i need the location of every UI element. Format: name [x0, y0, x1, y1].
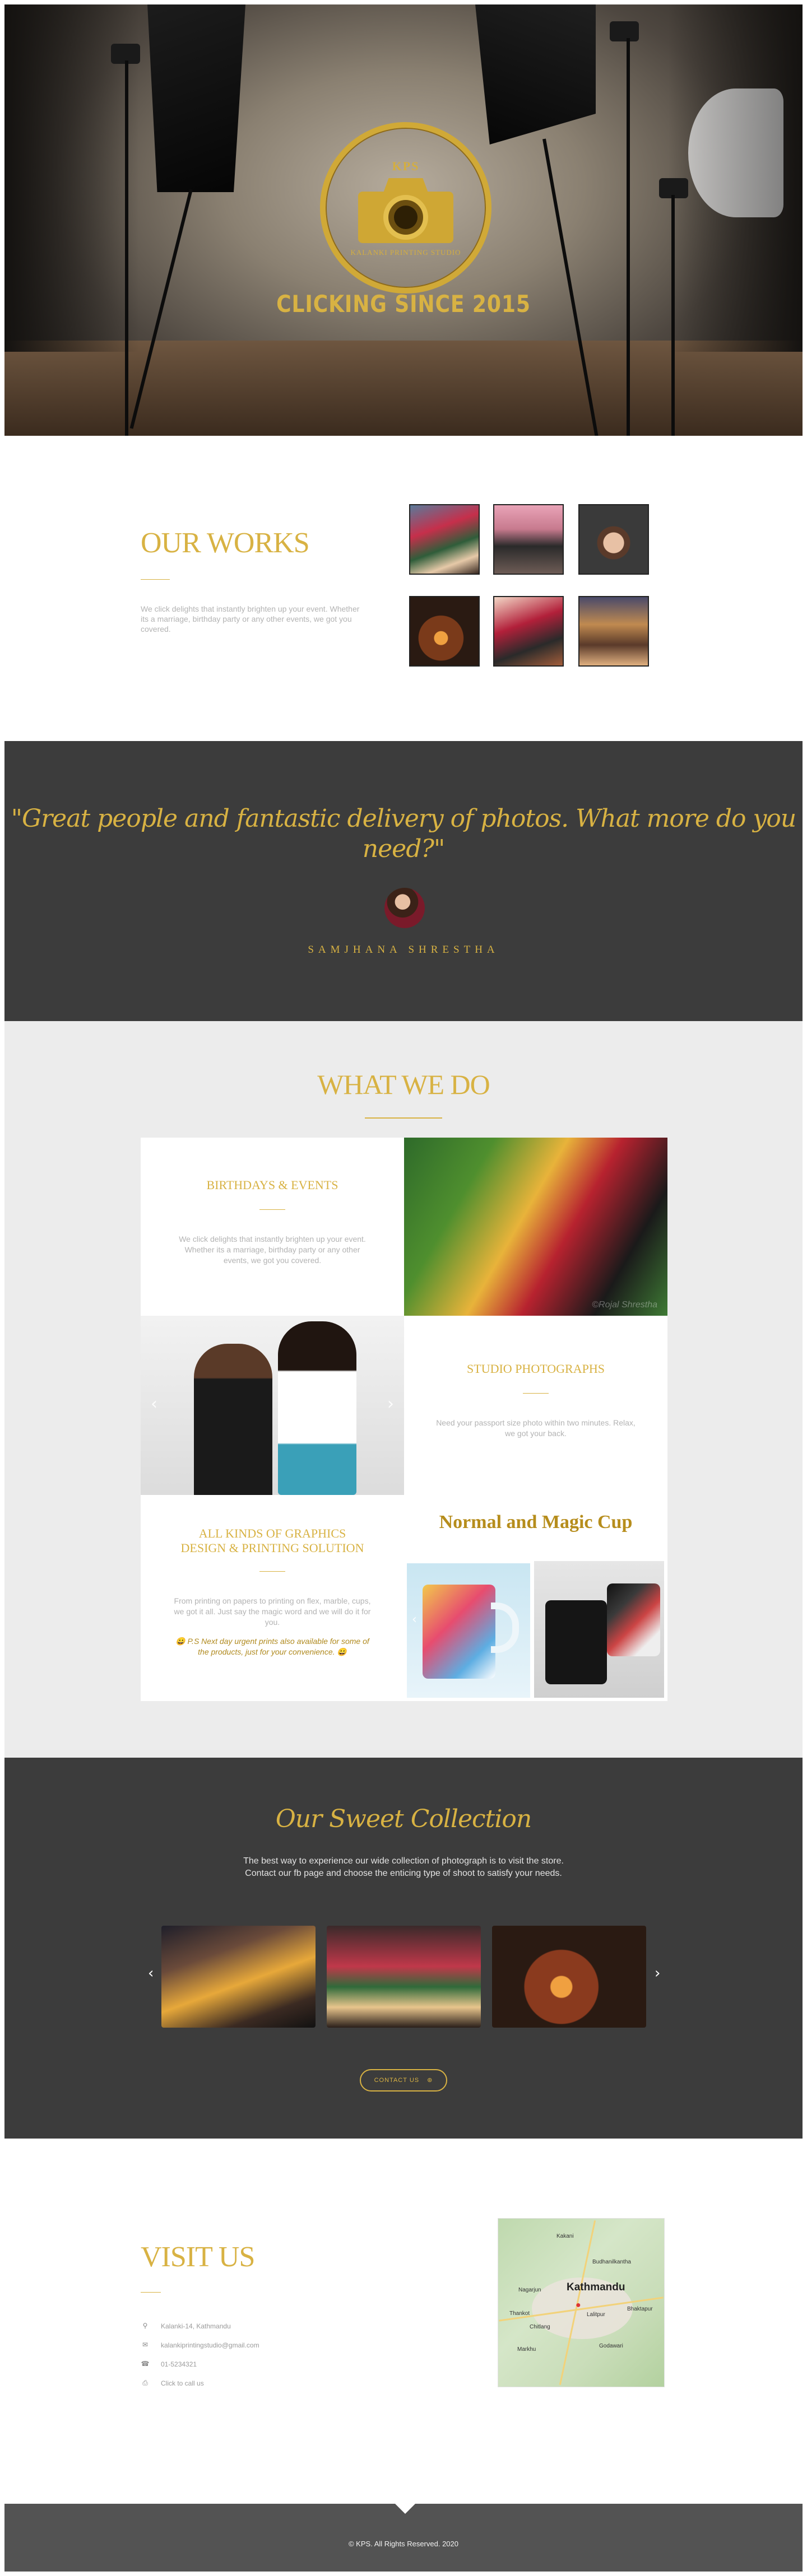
map-label: Markhu	[517, 2346, 536, 2353]
service-birthdays: BIRTHDAYS & EVENTS We click delights tha…	[141, 1138, 404, 1316]
magic-cup-photo[interactable]	[407, 1563, 530, 1698]
phone-icon: ☎	[141, 2360, 150, 2368]
section-description: The best way to experience our wide coll…	[4, 1855, 803, 1880]
section-title: WHAT WE DO	[317, 1069, 490, 1100]
service-title: BIRTHDAYS & EVENTS	[206, 1178, 338, 1192]
button-label: CONTACT US	[374, 2077, 420, 2084]
testimonial-quote: "Great people and fantastic delivery of …	[11, 804, 796, 863]
carousel-prev-button[interactable]: ‹	[151, 1394, 157, 1414]
map-label: Bhaktapur	[627, 2306, 653, 2312]
normal-cup-photo[interactable]	[534, 1561, 664, 1698]
lamp-right	[610, 21, 639, 41]
mug-shape	[545, 1600, 607, 1684]
visit-us-section: VISIT US ⚲ Kalanki-14, Kathmandu ✉ kalan…	[4, 2139, 803, 2504]
title-divider	[259, 1571, 285, 1572]
map-label: Kakani	[556, 2233, 574, 2239]
service-description: We click delights that instantly brighte…	[179, 1235, 366, 1265]
collection-next-button[interactable]: ›	[655, 1965, 660, 1982]
service-title: STUDIO PHOTOGRAPHS	[467, 1362, 605, 1376]
map-label: Lalitpur	[587, 2312, 605, 2318]
logo-name: KALANKI PRINTING STUDIO	[350, 248, 461, 257]
collection-photo[interactable]	[327, 1926, 481, 2028]
phone-link[interactable]: 01-5234321	[161, 2360, 197, 2368]
umbrella-light	[688, 88, 783, 217]
title-divider	[141, 579, 170, 580]
envelope-icon: ✉	[142, 2341, 149, 2349]
wedding-photo: ©Rojal Shrestha	[404, 1138, 667, 1316]
description-line: The best way to experience our wide coll…	[243, 1856, 564, 1866]
hero-banner: KPS KALANKI PRINTING STUDIO CLICKING SIN…	[4, 4, 803, 436]
map-label: Budhanilkantha	[592, 2259, 631, 2265]
mug-shape	[607, 1583, 660, 1656]
softbox-right	[475, 4, 596, 145]
title-divider	[259, 1209, 285, 1210]
camera-lens-inner	[394, 206, 418, 229]
person-left	[194, 1344, 272, 1495]
map-marker-icon: ●	[576, 2300, 581, 2310]
map-label: Chitlang	[530, 2324, 550, 2330]
footer: © KPS. All Rights Reserved. 2020	[4, 2504, 803, 2572]
work-photo[interactable]	[409, 596, 480, 667]
title-divider	[141, 2292, 161, 2293]
work-photo[interactable]	[493, 596, 564, 667]
back-to-top-notch[interactable]	[395, 2504, 415, 2514]
title-divider	[523, 1393, 549, 1394]
call-link[interactable]: Click to call us	[161, 2379, 204, 2387]
pin-icon: ⚲	[142, 2322, 148, 2330]
studio-photo-carousel: ‹ ›	[141, 1316, 404, 1495]
collection-photo[interactable]	[161, 1926, 316, 2028]
studio-floor	[4, 341, 803, 436]
logo-abbreviation: KPS	[392, 159, 420, 173]
collection-section: Our Sweet Collection The best way to exp…	[4, 1758, 803, 2139]
service-studio: STUDIO PHOTOGRAPHS Need your passport si…	[404, 1316, 667, 1495]
light-stand	[125, 60, 128, 436]
chevron-circle-icon: ⊛	[427, 2077, 433, 2084]
collection-photo[interactable]	[492, 1926, 646, 2028]
section-title: OUR WORKS	[141, 527, 310, 559]
contact-us-button[interactable]: CONTACT US ⊛	[360, 2069, 447, 2091]
map-label: Kathmandu	[567, 2281, 625, 2293]
work-photo[interactable]	[409, 504, 480, 575]
hero-tagline: CLICKING SINCE 2015	[276, 290, 531, 318]
email-link[interactable]: kalankiprintingstudio@gmail.com	[161, 2341, 259, 2349]
section-title: VISIT US	[141, 2241, 255, 2273]
photo-watermark: ©Rojal Shrestha	[592, 1300, 657, 1310]
work-photo[interactable]	[578, 596, 649, 667]
carousel-prev-button[interactable]: ‹	[412, 1613, 417, 1627]
softbox-left	[147, 4, 245, 192]
service-graphics: ALL KINDS OF GRAPHICS DESIGN & PRINTING …	[141, 1495, 404, 1701]
carousel-next-button[interactable]: ›	[387, 1394, 394, 1414]
work-photo[interactable]	[578, 504, 649, 575]
our-works-section: OUR WORKS We click delights that instant…	[4, 436, 803, 741]
map-label: Godawari	[599, 2343, 623, 2349]
map-label: Thankot	[509, 2311, 530, 2317]
cup-showcase: Normal and Magic Cup ‹	[404, 1495, 667, 1701]
copyright-text: © KPS. All Rights Reserved. 2020	[348, 2540, 458, 2548]
mug-shape	[423, 1585, 495, 1679]
testimonial-author: SAMJHANA SHRESTHA	[308, 944, 499, 956]
title-divider	[365, 1117, 442, 1119]
section-description: We click delights that instantly brighte…	[141, 604, 360, 633]
cup-title: Normal and Magic Cup	[439, 1512, 633, 1532]
mug-handle	[491, 1603, 519, 1653]
location-map[interactable]: Kakani Budhanilkantha Nagarjun Kathmandu…	[498, 2218, 665, 2387]
description-line: Contact our fb page and choose the entic…	[245, 1869, 562, 1878]
what-we-do-section: WHAT WE DO BIRTHDAYS & EVENTS We click d…	[4, 1021, 803, 1758]
work-photo[interactable]	[493, 504, 564, 575]
service-description: From printing on papers to printing on f…	[174, 1596, 371, 1627]
testimonial-section: "Great people and fantastic delivery of …	[4, 741, 803, 1021]
service-description: Need your passport size photo within two…	[436, 1418, 636, 1438]
address-text: Kalanki-14, Kathmandu	[161, 2322, 231, 2330]
collection-prev-button[interactable]: ‹	[148, 1965, 154, 1982]
light-stand	[627, 38, 630, 436]
print-icon: ⎙	[142, 2379, 148, 2387]
map-label: Nagarjun	[518, 2287, 541, 2293]
service-title: ALL KINDS OF GRAPHICS DESIGN & PRINTING …	[180, 1526, 364, 1555]
section-title: Our Sweet Collection	[275, 1805, 532, 1833]
person-right	[278, 1321, 356, 1495]
kps-logo: KPS KALANKI PRINTING STUDIO	[320, 122, 491, 294]
camera-icon-top	[383, 178, 428, 193]
service-note: 😀 P.S Next day urgent prints also availa…	[175, 1637, 369, 1656]
avatar	[384, 888, 425, 928]
